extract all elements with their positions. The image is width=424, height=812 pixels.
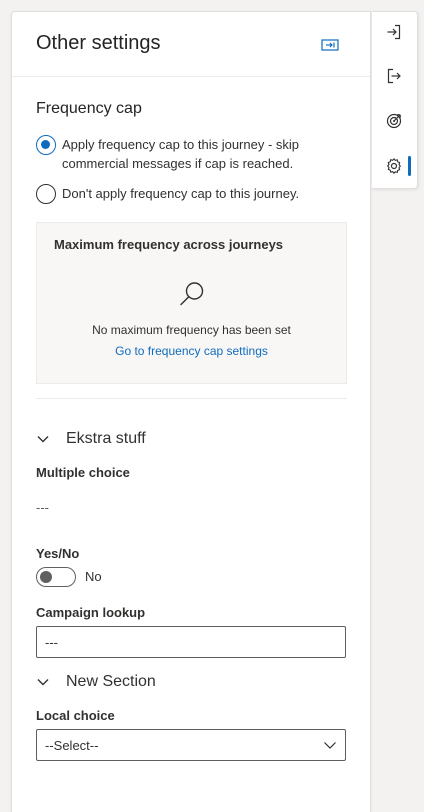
- max-frequency-title: Maximum frequency across journeys: [54, 237, 284, 252]
- rail-item-exit[interactable]: [382, 64, 406, 88]
- search-icon: [178, 280, 206, 308]
- frequency-cap-heading: Frequency cap: [36, 100, 142, 117]
- radio-checked-indicator: [36, 135, 56, 155]
- target-icon: [386, 113, 402, 129]
- yes-no-label: Yes/No: [36, 546, 80, 561]
- collapse-panel-icon: [321, 39, 339, 51]
- side-rail: [372, 11, 418, 189]
- multiple-choice-label: Multiple choice: [36, 465, 130, 480]
- yes-no-toggle[interactable]: [36, 567, 76, 587]
- sign-in-icon: [387, 24, 401, 40]
- section-divider: [36, 398, 347, 399]
- campaign-lookup-input[interactable]: ---: [36, 626, 346, 658]
- panel-title: Other settings: [36, 32, 161, 54]
- chevron-down-icon: [37, 436, 49, 443]
- local-choice-selected-value: --Select--: [45, 737, 99, 753]
- chevron-down-icon: [324, 742, 336, 749]
- campaign-lookup-label: Campaign lookup: [36, 605, 146, 620]
- settings-gear-icon: [387, 158, 401, 174]
- local-choice-select[interactable]: --Select--: [36, 729, 346, 761]
- apply-frequency-cap-label: Apply frequency cap to this journey - sk…: [62, 137, 300, 171]
- apply-frequency-cap-radio[interactable]: Apply frequency cap to this journey - sk…: [36, 135, 330, 173]
- dont-apply-frequency-cap-radio[interactable]: Don't apply frequency cap to this journe…: [36, 184, 330, 204]
- other-settings-panel: Other settings Frequency cap Apply frequ…: [11, 11, 371, 812]
- new-section-heading: New Section: [66, 673, 156, 690]
- chevron-down-icon: [37, 679, 49, 686]
- max-frequency-box: Maximum frequency across journeys No max…: [36, 222, 347, 384]
- toggle-knob: [40, 571, 52, 583]
- new-section-toggle[interactable]: New Section: [36, 673, 156, 691]
- no-max-frequency-text: No maximum frequency has been set: [92, 323, 291, 337]
- radio-unchecked-indicator: [36, 184, 56, 204]
- ekstra-stuff-section-toggle[interactable]: Ekstra stuff: [36, 430, 146, 448]
- rail-active-indicator: [408, 156, 411, 176]
- multiple-choice-value[interactable]: ---: [36, 500, 49, 515]
- rail-item-goal[interactable]: [382, 109, 406, 133]
- go-to-frequency-cap-settings-link[interactable]: Go to frequency cap settings: [37, 344, 346, 358]
- local-choice-label: Local choice: [36, 708, 115, 723]
- campaign-lookup-value: ---: [45, 634, 58, 650]
- rail-item-entry[interactable]: [382, 20, 406, 44]
- collapse-panel-button[interactable]: [321, 38, 339, 52]
- panel-header: Other settings: [12, 12, 370, 77]
- rail-item-settings[interactable]: [382, 154, 406, 178]
- dont-apply-frequency-cap-label: Don't apply frequency cap to this journe…: [62, 186, 300, 201]
- ekstra-stuff-heading: Ekstra stuff: [66, 430, 146, 447]
- sign-out-icon: [387, 68, 401, 84]
- yes-no-value: No: [85, 569, 102, 584]
